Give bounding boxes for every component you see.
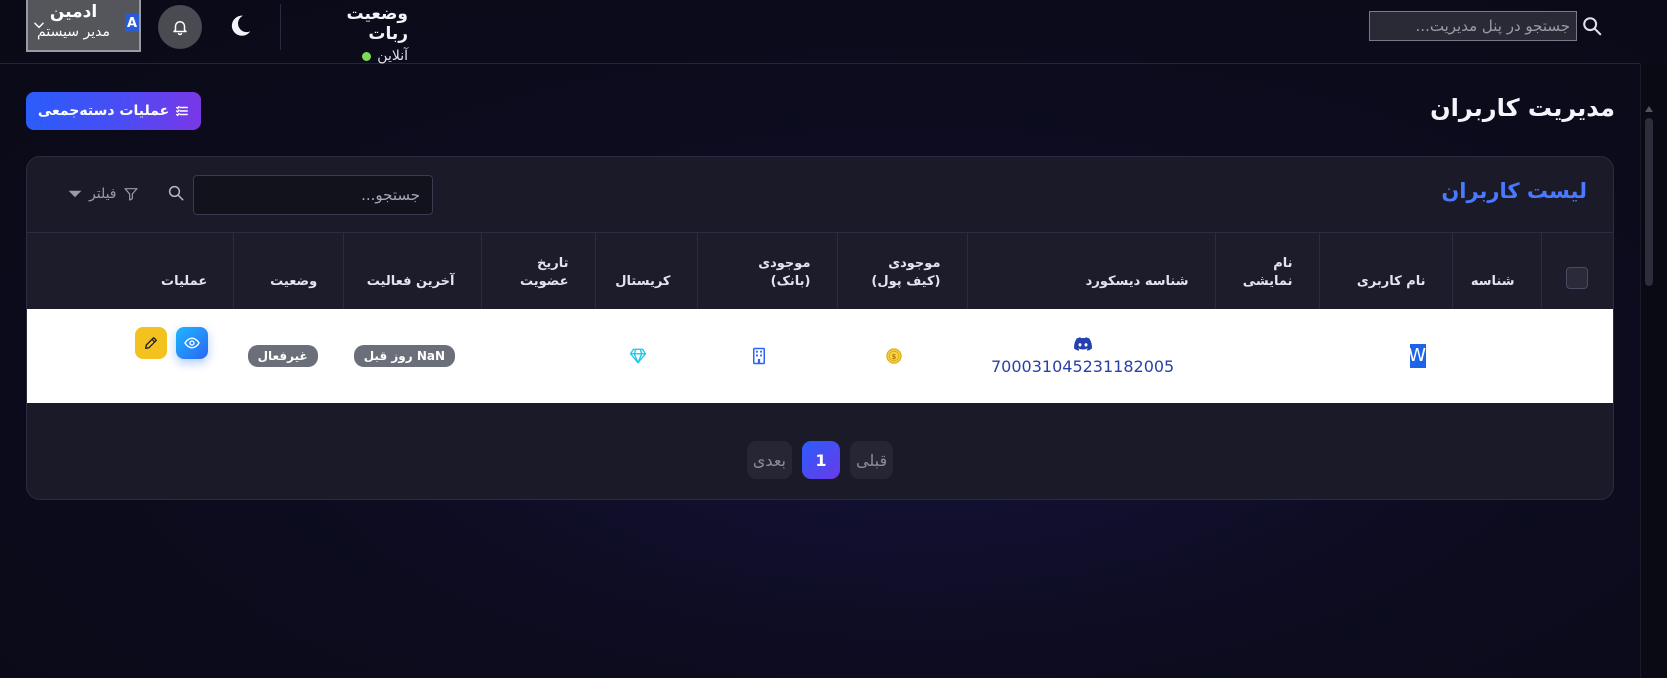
row-actions — [27, 309, 234, 403]
pencil-icon — [144, 337, 157, 349]
filter-icon — [123, 188, 138, 201]
eye-icon — [183, 337, 200, 349]
col-last-activity[interactable]: آخرین فعالیت — [343, 233, 481, 309]
filter-label: فیلتر — [89, 186, 117, 202]
top-bar: وضعیت ربات آنلاین A ادمین مدیر سیستم — [0, 0, 1640, 64]
avatar: A — [125, 14, 139, 32]
card-title: لیست کاربران — [1441, 179, 1587, 203]
svg-text:$: $ — [892, 353, 897, 361]
row-bank — [697, 309, 837, 403]
select-all-checkbox[interactable] — [1566, 266, 1589, 289]
page-title: مدیریت کاربران — [1430, 94, 1615, 122]
global-search — [1369, 11, 1603, 41]
coin-icon: $ — [886, 348, 902, 364]
col-crystal[interactable]: کریستال — [594, 233, 697, 309]
global-search-input[interactable] — [1369, 11, 1577, 41]
row-status: غیرفعال — [234, 309, 344, 403]
users-search-input[interactable] — [193, 175, 433, 215]
diamond-icon — [629, 348, 647, 364]
row-joined — [481, 309, 595, 403]
row-crystal — [595, 309, 697, 403]
search-icon[interactable] — [167, 184, 185, 202]
filter-button[interactable]: فیلتر — [67, 183, 139, 205]
col-wallet-label: موجودی (کیف پول) — [871, 255, 941, 289]
notifications-button[interactable] — [158, 5, 202, 49]
col-joined[interactable]: تاریخ عضویت — [480, 233, 595, 309]
list-icon — [176, 105, 189, 117]
col-bank-label: موجودی (بانک) — [758, 255, 811, 289]
select-all-cell — [1540, 233, 1613, 309]
bell-icon — [173, 21, 187, 36]
header-divider — [280, 4, 281, 50]
row-actions-group — [37, 327, 208, 359]
row-id — [1452, 309, 1541, 403]
status-badge: غیرفعال — [247, 345, 318, 367]
row-select-cell — [1541, 309, 1613, 403]
row-discord: 700031045231182005 — [967, 309, 1215, 403]
search-icon[interactable] — [1581, 15, 1603, 37]
col-display-name[interactable]: نام نمایشی — [1214, 233, 1319, 309]
view-button[interactable] — [175, 327, 208, 359]
users-table: شناسه نام کاربری نام نمایشی شناسه دیسکور… — [27, 233, 1613, 403]
bot-status-title: وضعیت ربات — [346, 4, 408, 44]
chevron-down-icon — [34, 22, 44, 29]
bulk-actions-button[interactable]: عملیات دسته‌جمعی — [26, 92, 201, 130]
col-wallet[interactable]: موجودی (کیف پول) — [836, 233, 967, 309]
users-card: لیست کاربران فیلتر شناسه نام کاربری نام … — [26, 156, 1614, 500]
discord-cell: 700031045231182005 — [991, 336, 1174, 376]
discord-id-value[interactable]: 700031045231182005 — [991, 357, 1174, 376]
page-1-button[interactable]: 1 — [802, 441, 840, 479]
col-discord-id[interactable]: شناسه دیسکورد — [966, 233, 1215, 309]
bot-status-line: آنلاین — [314, 48, 408, 64]
username-avatar: W — [1408, 344, 1426, 368]
scroll-up-arrow[interactable] — [1645, 106, 1653, 112]
caret-down-icon — [68, 190, 82, 198]
card-header: لیست کاربران فیلتر — [27, 157, 1613, 233]
pagination: قبلی 1 بعدی — [27, 441, 1613, 479]
scrollbar-thumb[interactable] — [1645, 118, 1653, 286]
prev-page-button[interactable]: قبلی — [850, 441, 894, 479]
building-icon — [753, 347, 765, 365]
col-bank[interactable]: موجودی (بانک) — [696, 233, 837, 309]
bot-status: وضعیت ربات آنلاین — [314, 4, 408, 64]
next-page-button[interactable]: بعدی — [746, 441, 792, 479]
online-dot-icon — [362, 51, 372, 61]
col-joined-label: تاریخ عضویت — [520, 255, 569, 289]
row-wallet: $ — [837, 309, 967, 403]
discord-icon — [1073, 336, 1092, 351]
moon-icon[interactable] — [226, 12, 254, 40]
table-header-row: شناسه نام کاربری نام نمایشی شناسه دیسکور… — [27, 233, 1613, 309]
row-username: W — [1319, 309, 1452, 403]
table-row[interactable]: W 700031045231182005 $ NaN روز قبل غیرفع… — [27, 309, 1613, 403]
edit-button[interactable] — [134, 327, 167, 359]
bulk-actions-label: عملیات دسته‌جمعی — [37, 103, 170, 119]
user-menu[interactable]: A ادمین مدیر سیستم — [26, 0, 141, 52]
col-id[interactable]: شناسه — [1451, 233, 1541, 309]
row-last-activity: NaN روز قبل — [344, 309, 481, 403]
col-actions: عملیات — [161, 273, 208, 289]
last-activity-badge: NaN روز قبل — [353, 345, 455, 367]
col-status[interactable]: وضعیت — [233, 233, 344, 309]
col-display-name-label: نام نمایشی — [1242, 255, 1293, 289]
col-username[interactable]: نام کاربری — [1318, 233, 1452, 309]
bot-status-value: آنلاین — [377, 48, 408, 64]
row-display-name — [1215, 309, 1319, 403]
